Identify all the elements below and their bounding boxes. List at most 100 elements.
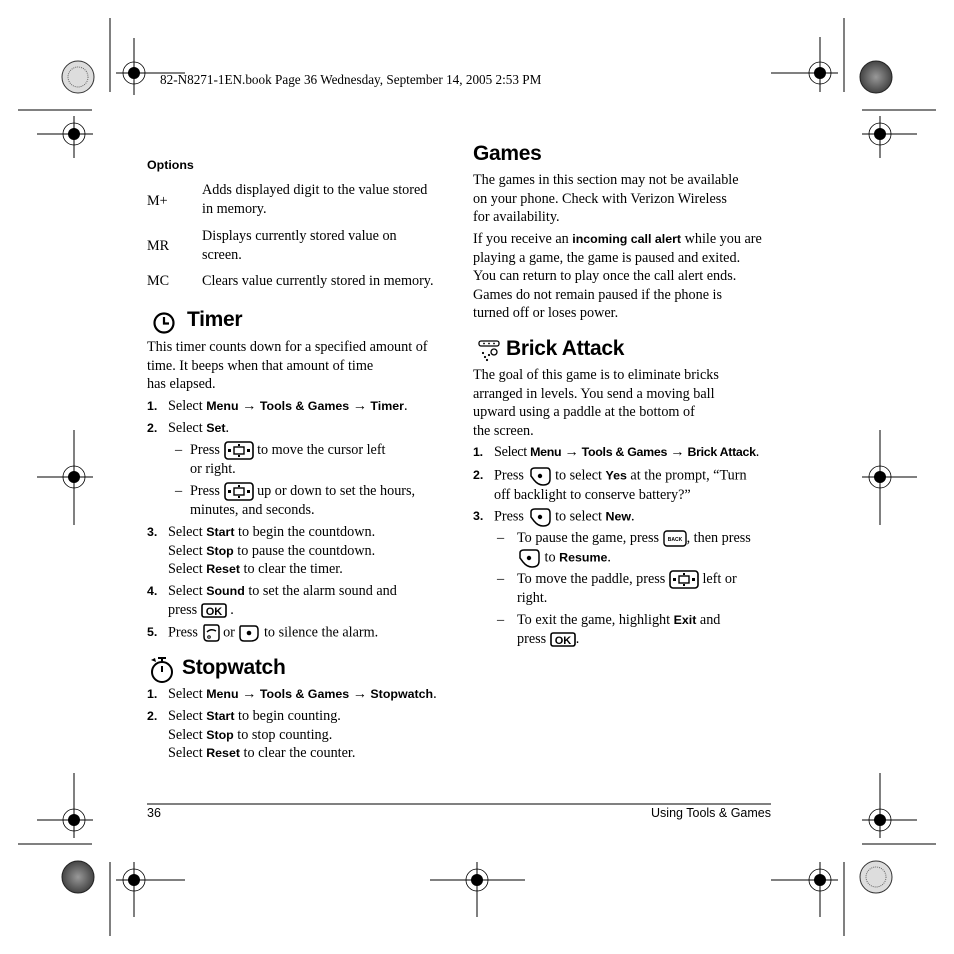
text: press bbox=[517, 630, 550, 647]
games-para-2: If you receive an incoming call alert wh… bbox=[473, 230, 783, 323]
menu-term: Resume bbox=[559, 550, 608, 564]
option-desc-line: screen. bbox=[202, 246, 242, 263]
text: Select bbox=[494, 444, 531, 460]
menu-term: Reset bbox=[206, 746, 240, 760]
options-heading: Options bbox=[147, 158, 194, 172]
text: Select bbox=[168, 583, 207, 599]
text-line: Press to select Yes at the prompt, “Turn bbox=[494, 466, 783, 486]
text-line: The games in this section may not be ava… bbox=[473, 172, 739, 188]
menu-term: Stop bbox=[206, 543, 234, 558]
menu-term: New bbox=[605, 509, 631, 524]
text-line: arranged in levels. You send a moving ba… bbox=[473, 385, 715, 402]
text-line: has elapsed. bbox=[147, 376, 216, 392]
text: . bbox=[607, 549, 611, 565]
ok-key-icon: OK bbox=[200, 602, 227, 618]
text-line: playing a game, the game is paused and e… bbox=[473, 249, 741, 266]
step-number: 2. bbox=[147, 709, 158, 723]
step-number: 3. bbox=[147, 525, 158, 539]
text: . bbox=[575, 630, 580, 647]
text: To exit the game, highlight bbox=[517, 612, 674, 628]
text: to move the cursor left bbox=[257, 442, 386, 458]
text-line: turned off or loses power. bbox=[473, 305, 619, 321]
menu-term: Tools & Games bbox=[581, 445, 668, 459]
text: Select bbox=[168, 420, 207, 436]
arrow: → bbox=[561, 444, 582, 460]
color-target-icon bbox=[859, 60, 893, 94]
dash: – bbox=[175, 483, 183, 499]
menu-term: Yes bbox=[605, 468, 627, 483]
menu-term: Tools & Games bbox=[259, 399, 350, 413]
text-line: You can return to play once the call ale… bbox=[473, 268, 737, 284]
menu-term: incoming call alert bbox=[572, 232, 682, 246]
text-line: To pause the game, press BACK , then pres… bbox=[517, 529, 783, 548]
ok-key-icon: OK bbox=[549, 631, 576, 647]
timer-substep-2: – Press up or down to set the hours, min… bbox=[147, 482, 457, 520]
text: to select bbox=[551, 467, 606, 484]
text: . bbox=[225, 420, 230, 436]
text-line: press OK . bbox=[168, 601, 457, 620]
text-line: The goal of this game is to eliminate br… bbox=[473, 367, 719, 383]
menu-term: Reset bbox=[206, 562, 240, 576]
left-softkey-icon bbox=[528, 466, 552, 486]
text: to bbox=[541, 549, 560, 565]
stopwatch-step-2: 2. Select Start to begin counting. Selec… bbox=[147, 707, 457, 763]
page-number: 36 bbox=[147, 806, 161, 820]
text: at the prompt, “Turn bbox=[626, 467, 747, 484]
nav-key-icon bbox=[223, 482, 254, 502]
ok-key-label: OK bbox=[205, 606, 222, 618]
text: to begin counting. bbox=[234, 708, 341, 724]
brick-attack-icon bbox=[477, 339, 503, 363]
text: . bbox=[433, 686, 437, 702]
text: To move the paddle, press bbox=[517, 571, 669, 587]
text: to silence the alarm. bbox=[260, 624, 379, 641]
text: Select bbox=[168, 745, 207, 761]
stopwatch-icon bbox=[148, 655, 176, 685]
option-desc-line: in memory. bbox=[202, 200, 267, 217]
menu-term: Exit bbox=[673, 613, 697, 627]
text-line: upward using a paddle at the bottom of bbox=[473, 404, 695, 420]
text: If you receive an bbox=[473, 231, 573, 247]
color-target-icon bbox=[61, 60, 95, 94]
text: Press bbox=[494, 508, 528, 525]
text: or bbox=[219, 624, 239, 641]
brick-attack-step-3: 3. Press to select New. bbox=[473, 507, 783, 527]
brick-attack-intro: The goal of this game is to eliminate br… bbox=[473, 366, 773, 440]
brick-attack-substep-2: – To move the paddle, press left or righ… bbox=[473, 570, 783, 608]
option-key: MC bbox=[147, 273, 170, 289]
timer-step-4: 4. Select Sound to set the alarm sound a… bbox=[147, 582, 457, 619]
text: Select bbox=[168, 542, 207, 559]
menu-term: Set bbox=[206, 421, 226, 435]
dash: – bbox=[497, 571, 505, 587]
option-key: MR bbox=[147, 238, 170, 254]
step-number: 2. bbox=[473, 468, 484, 482]
nav-key-icon bbox=[223, 441, 254, 461]
text-line: Select Reset to clear the counter. bbox=[168, 744, 457, 763]
clock-icon bbox=[152, 311, 176, 335]
text-line: for availability. bbox=[473, 209, 560, 225]
text: . bbox=[755, 444, 760, 460]
text: Select bbox=[168, 398, 207, 414]
text: Select bbox=[168, 726, 207, 743]
games-heading: Games bbox=[473, 142, 542, 165]
text-line: or right. bbox=[190, 461, 236, 478]
stopwatch-step-1: 1. Select Menu → Tools & Games → Stopwat… bbox=[147, 685, 457, 704]
timer-substep-1: – Press to move the cursor left or right… bbox=[147, 441, 457, 479]
text: up or down to set the hours, bbox=[257, 483, 416, 499]
text: Press bbox=[494, 467, 528, 484]
left-softkey-icon bbox=[202, 623, 220, 643]
back-key-icon: BACK bbox=[662, 530, 687, 548]
dash: – bbox=[497, 530, 505, 546]
menu-term: Menu bbox=[206, 687, 239, 701]
text-line: Select Sound to set the alarm sound and bbox=[168, 582, 457, 601]
arrow: → bbox=[238, 398, 260, 414]
timer-heading: Timer bbox=[187, 308, 243, 331]
text: to set the alarm sound and bbox=[244, 583, 397, 599]
menu-term: Stop bbox=[206, 727, 234, 742]
right-softkey-icon bbox=[238, 623, 260, 643]
timer-step-3: 3. Select Start to begin the countdown. … bbox=[147, 523, 457, 579]
menu-term: Start bbox=[206, 525, 235, 539]
text: to pause the countdown. bbox=[233, 542, 376, 559]
option-key: M+ bbox=[147, 193, 168, 209]
text: to clear the counter. bbox=[239, 745, 356, 761]
text: to begin the countdown. bbox=[234, 524, 376, 540]
